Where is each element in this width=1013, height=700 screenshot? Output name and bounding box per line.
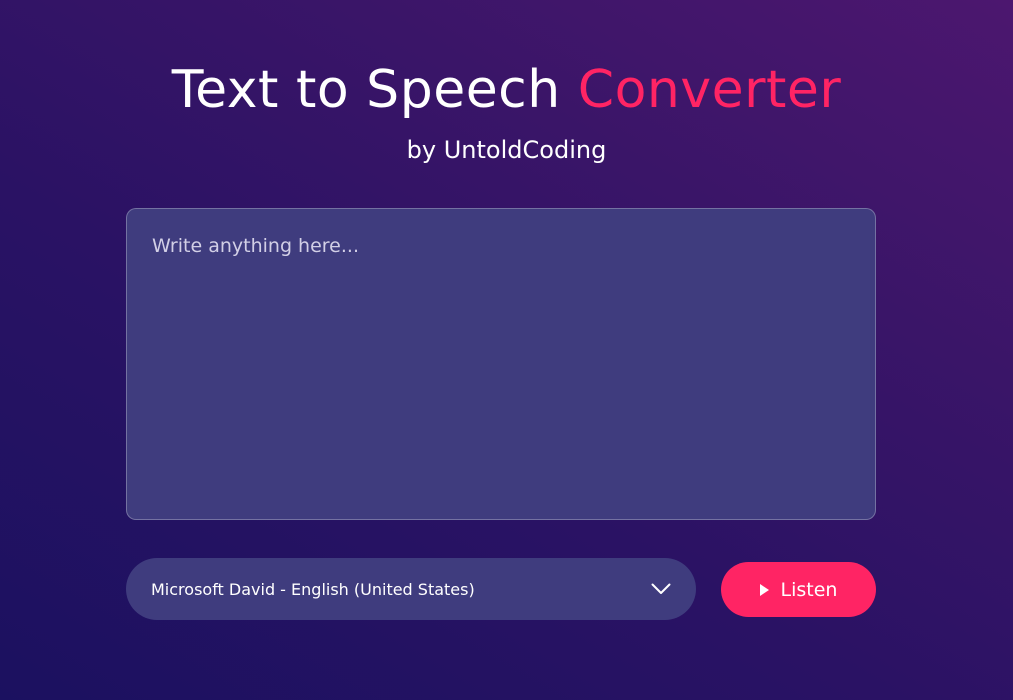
- title-accent: Converter: [577, 60, 842, 120]
- voice-select-value: Microsoft David - English (United States…: [151, 579, 475, 599]
- voice-select[interactable]: Microsoft David - English (United States…: [126, 558, 696, 620]
- text-input[interactable]: [126, 208, 876, 520]
- chevron-down-icon: [650, 578, 672, 600]
- listen-button[interactable]: Listen: [721, 562, 876, 617]
- title-main: Text to Speech: [171, 60, 561, 120]
- play-icon: [759, 583, 769, 596]
- page-subtitle: by UntoldCoding: [406, 136, 607, 164]
- listen-label: Listen: [780, 578, 838, 601]
- page-title: Text to Speech Converter: [0, 58, 1013, 122]
